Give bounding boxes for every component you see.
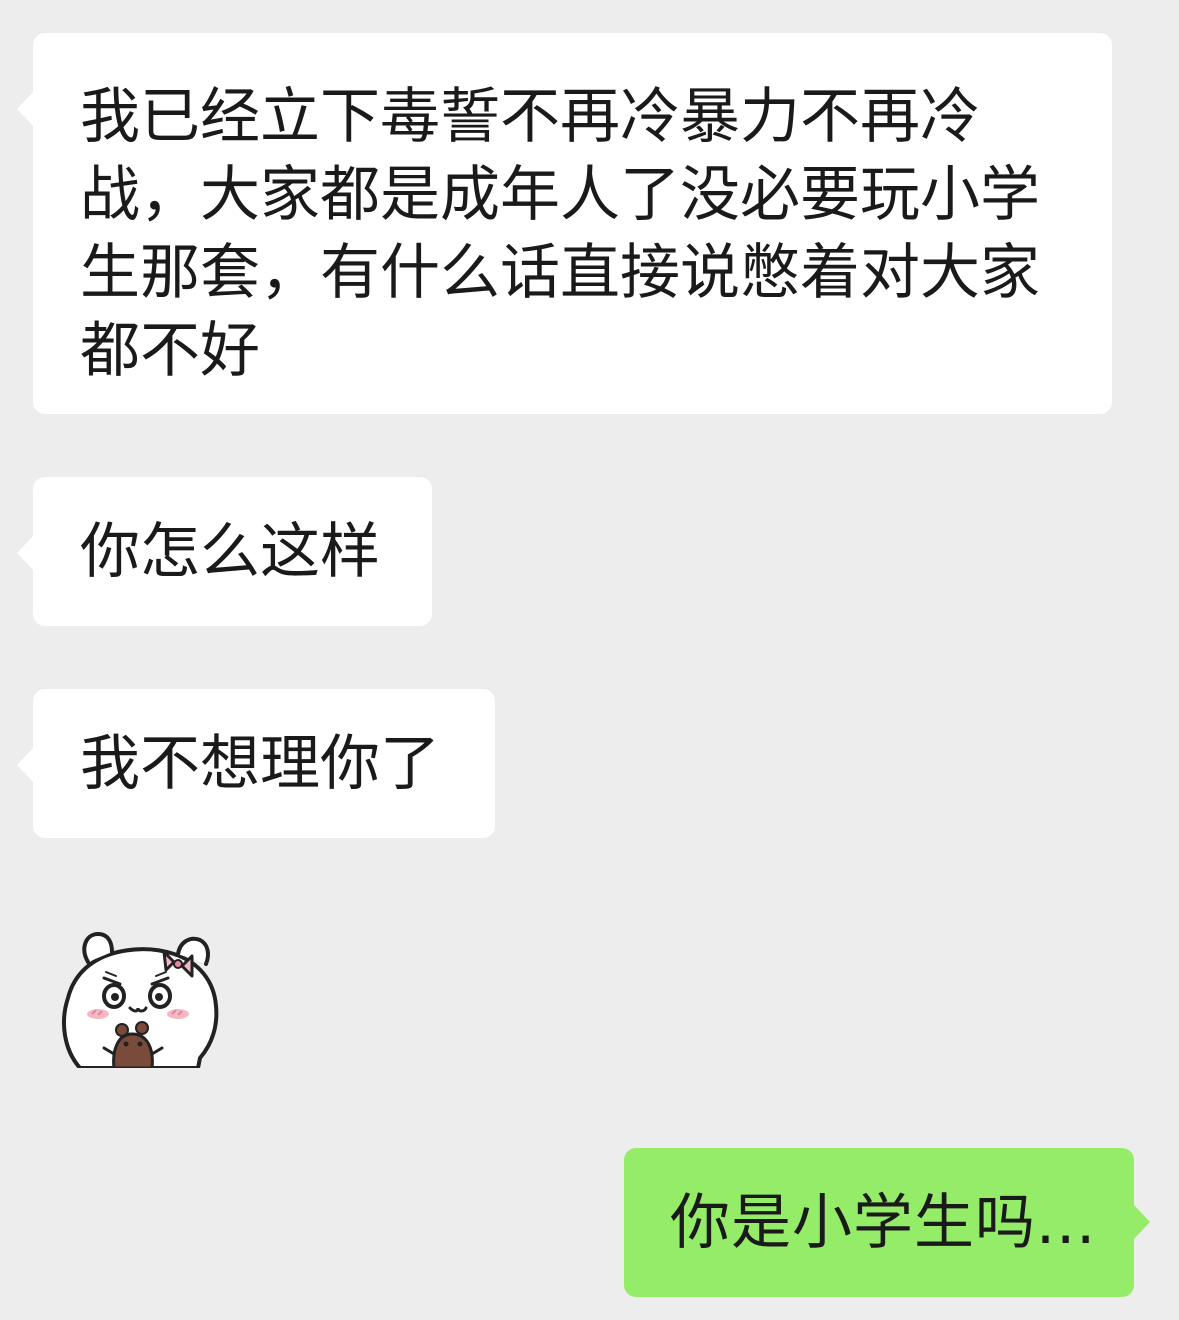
outgoing-message-bubble[interactable]: 你是小学生吗... <box>624 1148 1150 1297</box>
chat-message-list: 我已经立下毒誓不再冷暴力不再冷战，大家都是成年人了没必要玩小学生那套，有什么话直… <box>0 0 1179 1320</box>
message-text: 我已经立下毒誓不再冷暴力不再冷战，大家都是成年人了没必要玩小学生那套，有什么话直… <box>80 82 1040 386</box>
message-text: 我不想理你了 <box>80 729 440 799</box>
incoming-message-bubble[interactable]: 我不想理你了 <box>17 689 495 838</box>
incoming-sticker-message[interactable] <box>58 918 228 1068</box>
incoming-message-bubble[interactable]: 我已经立下毒誓不再冷暴力不再冷战，大家都是成年人了没必要玩小学生那套，有什么话直… <box>17 33 1112 414</box>
message-text: 你是小学生吗... <box>670 1188 1097 1258</box>
incoming-message-bubble[interactable]: 你怎么这样 <box>17 477 432 626</box>
hamster-sticker-icon <box>62 931 219 1068</box>
message-text: 你怎么这样 <box>80 517 380 587</box>
